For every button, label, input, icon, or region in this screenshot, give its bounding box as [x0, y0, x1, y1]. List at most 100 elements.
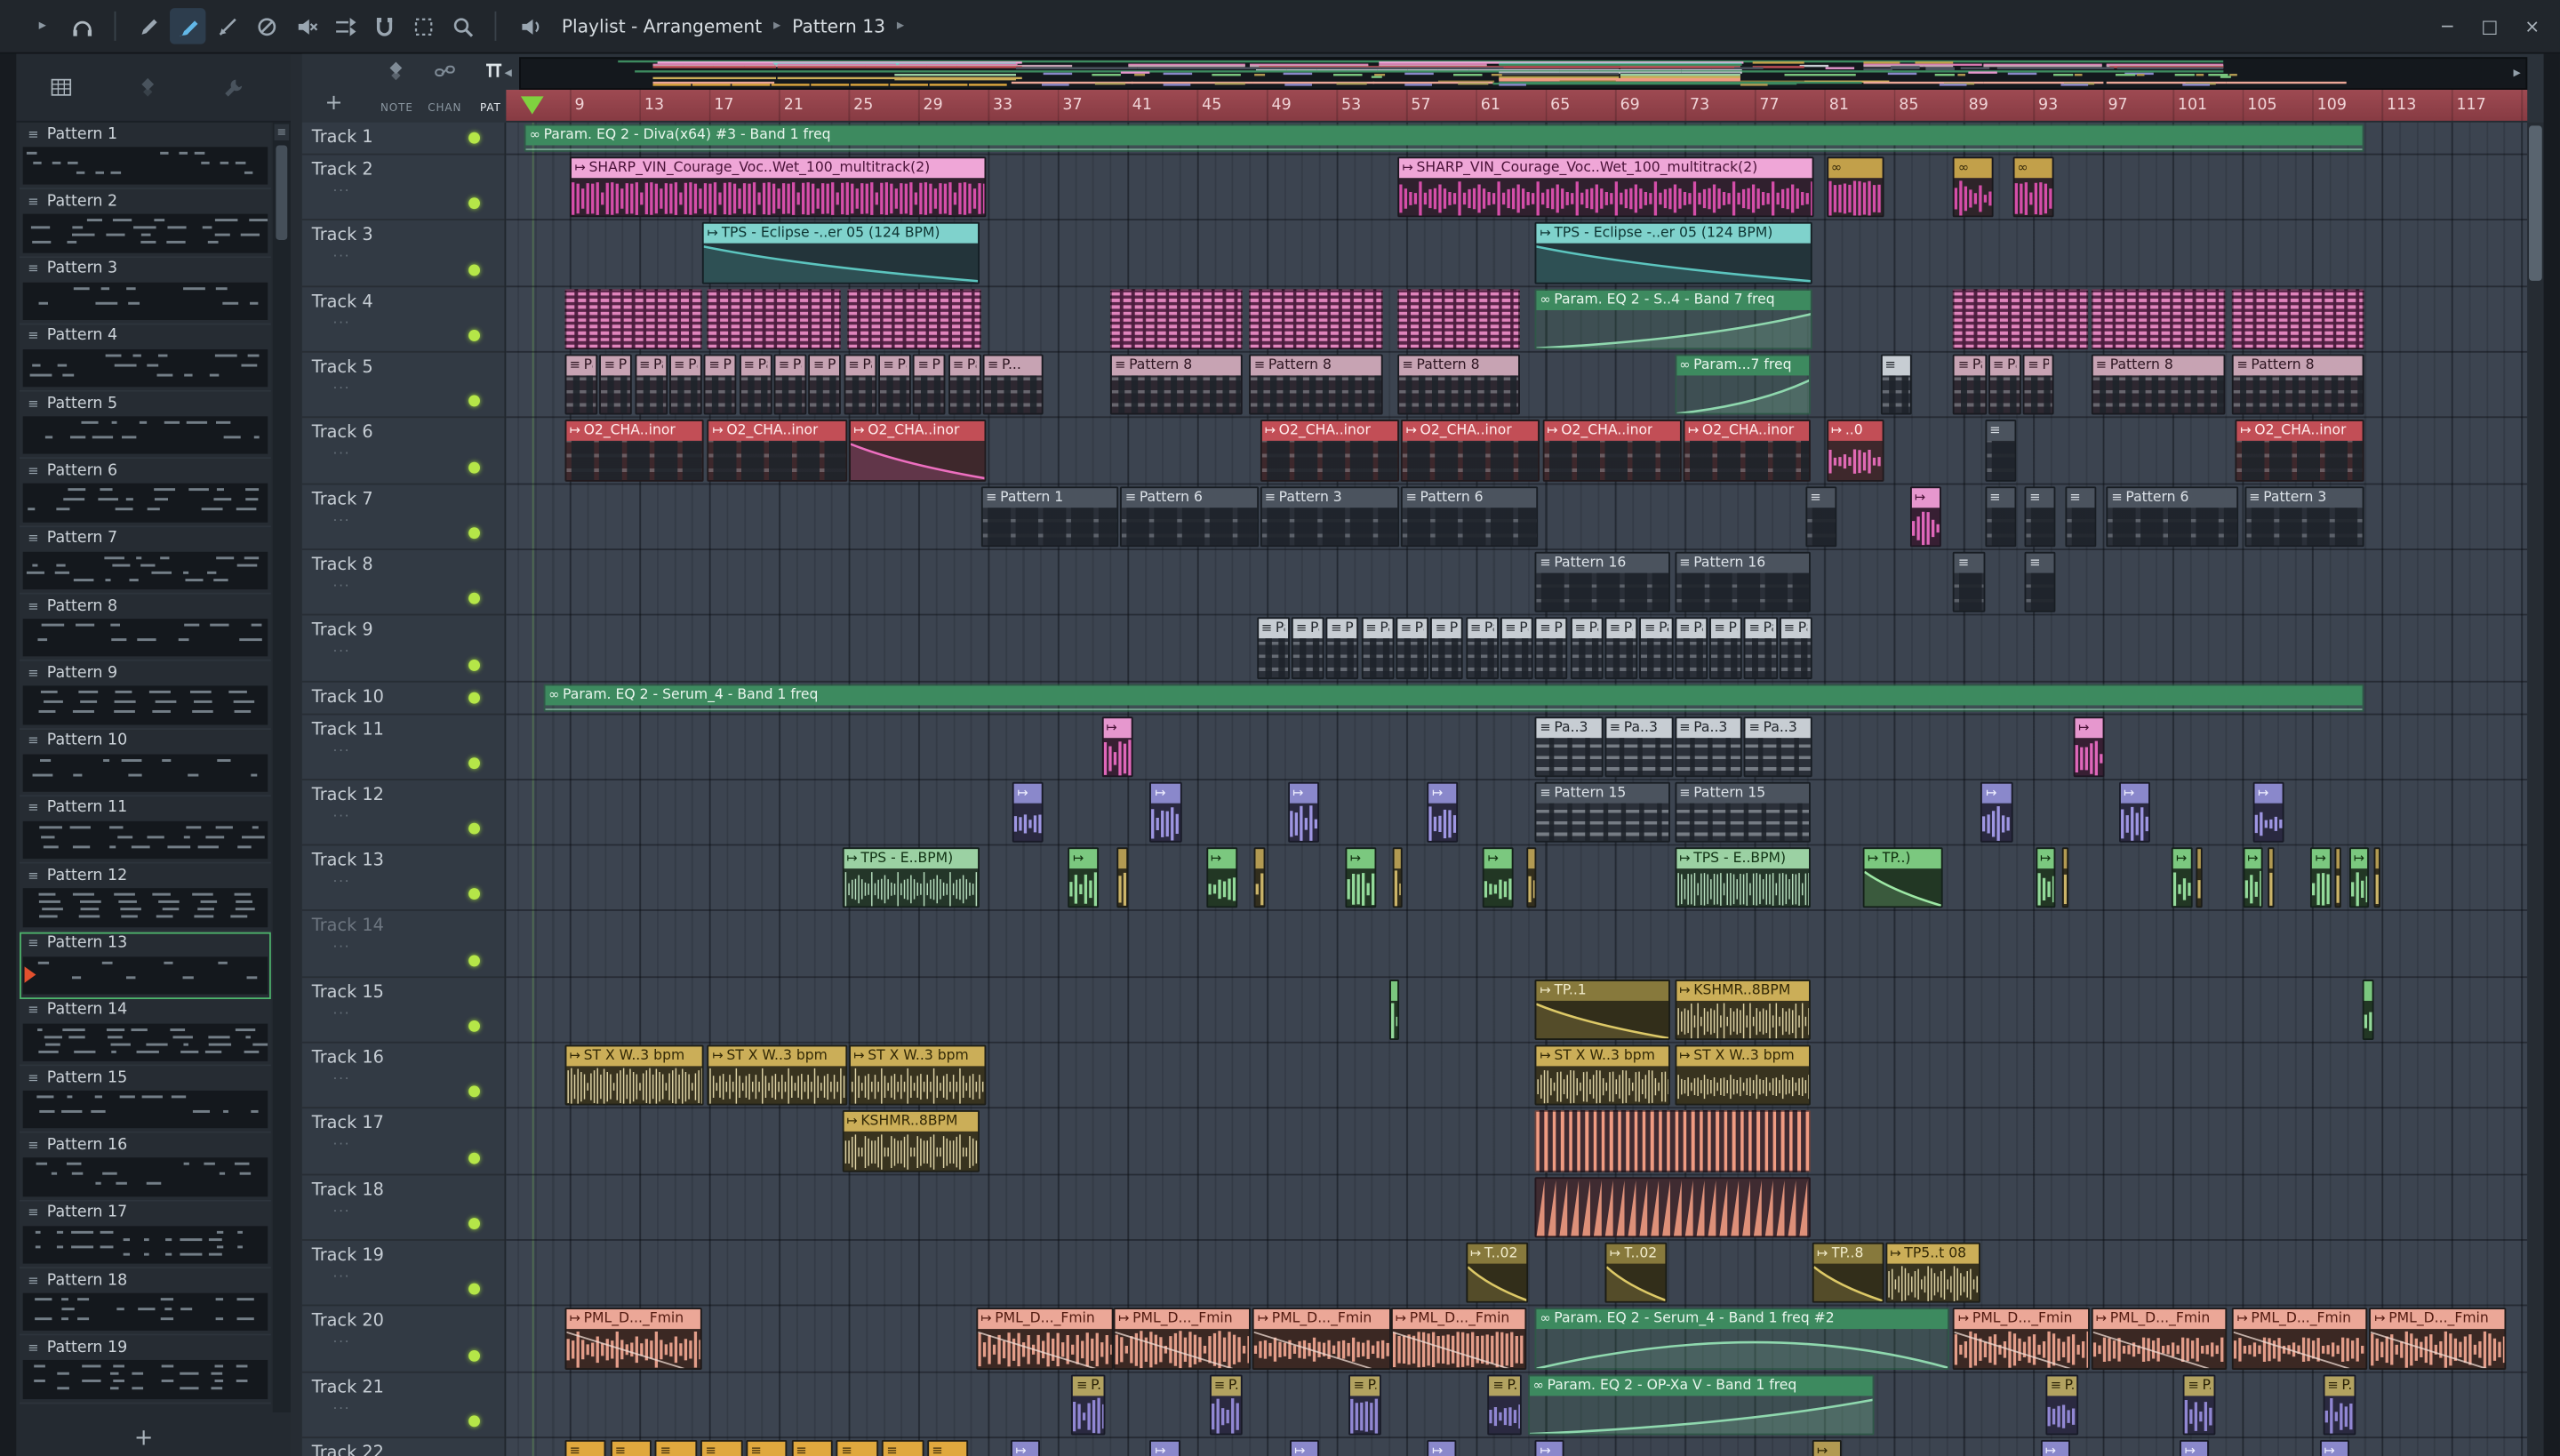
pattern-item[interactable]: ≡ Pattern 11 — [20, 796, 271, 865]
audio-clip[interactable] — [1254, 847, 1266, 909]
track-lane[interactable]: ↦ ≡ Pa..3 ≡ Pa..3 ≡ Pa..3 ≡ Pa..3 ↦ — [506, 715, 2528, 780]
timeline-ruler[interactable]: 9 13 17 21 25 29 33 37 41 45 49 53 57 61 65 69 73 77 81 85 8… — [506, 90, 2528, 123]
pattern-item[interactable]: ≡ Pattern 4 — [20, 324, 271, 393]
pattern-clip[interactable]: ≡Pa..9 — [1570, 617, 1604, 679]
playhead-marker[interactable] — [520, 96, 544, 115]
pattern-item[interactable]: ≡ Pattern 13 — [20, 931, 271, 999]
track-mute-led[interactable] — [468, 659, 480, 670]
track-mute-led[interactable] — [468, 263, 480, 276]
audio-clip[interactable]: ↦ — [2171, 847, 2193, 909]
track-mute-led[interactable] — [468, 1020, 480, 1032]
track-options-dots[interactable]: ... — [333, 1133, 351, 1148]
track-mute-led[interactable] — [468, 888, 480, 900]
audio-clip[interactable]: ↦ ST X W..3 bpm — [1534, 1044, 1671, 1107]
playlist-grid[interactable]: ∞ Param. EQ 2 - Diva(x64) #3 - Band 1 fre… — [506, 122, 2528, 1456]
track-lane[interactable]: ≡P..6≡P..6≡P..6≡P..6∞Param. EQ 2 - OP-Xa… — [506, 1372, 2528, 1439]
pattern-clip[interactable]: ≡Pa..9 — [1744, 617, 1778, 679]
pattern-clip[interactable]: ≡ Pa..3 — [1674, 716, 1743, 777]
pattern-clip[interactable]: ≡ — [1879, 354, 1912, 415]
track-header[interactable]: Track 17... — [301, 1109, 505, 1175]
track-lane[interactable]: ↦ O2_CHA..inor ↦ O2_CHA..inor ↦ O2_CHA..inor ↦… — [506, 419, 2528, 484]
track-header[interactable]: Track 10 — [301, 682, 505, 715]
pattern-clip[interactable]: ≡Pa..7 — [564, 354, 598, 415]
track-mute-led[interactable] — [468, 197, 480, 210]
audio-clip[interactable]: ↦ — [1287, 781, 1320, 843]
track-lane[interactable]: ≡ Pattern 1 ≡ Pattern 6 ≡ Pattern 3 ≡ Pattern 6… — [506, 484, 2528, 550]
audio-clip[interactable]: ↦ O2_CHA..inor — [1541, 420, 1682, 482]
track-options-dots[interactable]: ... — [333, 1199, 351, 1214]
scroll-right-icon[interactable]: ▸ — [2514, 65, 2521, 81]
track-header[interactable]: Track 1 — [301, 123, 505, 156]
pattern-clip[interactable]: ≡Pa..9 — [1291, 617, 1324, 679]
pattern-clip[interactable]: ≡Pa..7 — [703, 354, 738, 415]
track-options-dots[interactable]: ... — [333, 870, 351, 885]
track-options-dots[interactable]: ... — [333, 739, 351, 754]
audio-clip[interactable]: ↦ — [2242, 847, 2264, 909]
audio-clip[interactable]: ↦ — [2319, 1439, 2349, 1456]
pattern-clip[interactable]: ≡ — [1804, 485, 1837, 548]
pattern-clip[interactable] — [1534, 1176, 1811, 1238]
track-options-dots[interactable]: ... — [333, 1002, 351, 1017]
pattern-clip[interactable]: ≡ — [1984, 485, 2017, 548]
audio-clip[interactable]: ↦ ..0 — [1826, 420, 1884, 482]
audio-clip[interactable]: ↦ PML_D..._Fmin — [2091, 1308, 2228, 1370]
pattern-clip[interactable]: ≡ — [1984, 420, 2017, 482]
pattern-item[interactable]: ≡ Pattern 1 — [20, 122, 271, 190]
track-mute-led[interactable] — [468, 527, 480, 539]
audio-clip[interactable]: ↦ — [1100, 716, 1133, 777]
select-tool-icon[interactable] — [405, 8, 441, 44]
track-mute-led[interactable] — [468, 460, 480, 473]
pattern-clip[interactable]: ≡ — [836, 1439, 879, 1456]
pattern-clip[interactable]: ≡Pa..7 — [668, 354, 702, 415]
note-filter-label[interactable]: NOTE — [380, 101, 413, 115]
track-mute-led[interactable] — [468, 1152, 480, 1164]
scrollbar-thumb[interactable] — [276, 145, 288, 240]
track-lane[interactable]: ∞ Param. EQ 2 - S..4 - Band 7 freq — [506, 287, 2528, 353]
pattern-glue-icon[interactable] — [135, 75, 161, 100]
pattern-item[interactable]: ≡ Pattern 7 — [20, 526, 271, 595]
pattern-clip[interactable]: ≡Pa..9 — [1256, 617, 1290, 679]
slip-tool-icon[interactable] — [326, 8, 362, 44]
pattern-item[interactable]: ≡ Pattern 17 — [20, 1201, 271, 1269]
track-lane[interactable]: ↦ PML_D..._Fmin ↦ PML_D..._Fmin ↦ PML_D..._Fm… — [506, 1307, 2528, 1372]
track-header[interactable]: Track 8... — [301, 550, 505, 616]
track-lane[interactable]: ↦ ↦ ↦ ↦ ≡ Pattern 15 ≡ Pattern 15 ↦ ↦ ↦ — [506, 780, 2528, 846]
audio-clip[interactable]: ↦ — [2035, 847, 2057, 909]
audio-clip[interactable]: ∞ — [1953, 156, 1994, 218]
pattern-clip[interactable]: ≡ Pattern 3 — [2244, 485, 2365, 548]
track-options-dots[interactable]: ... — [333, 1397, 351, 1412]
track-options-dots[interactable]: ... — [333, 1331, 351, 1346]
audio-clip[interactable]: ↦ — [1534, 1439, 1565, 1456]
track-lane[interactable]: ↦ ST X W..3 bpm ↦ ST X W..3 bpm ↦ ST X W..3 b… — [506, 1044, 2528, 1109]
pattern-clip[interactable]: ≡ Pa..3 — [1534, 716, 1604, 777]
track-options-dots[interactable]: ... — [333, 1068, 351, 1083]
audio-clip[interactable]: ↦ — [1427, 1439, 1457, 1456]
track-options-dots[interactable]: ... — [333, 1265, 351, 1280]
pattern-item[interactable]: ≡ Pattern 18 — [20, 1268, 271, 1337]
maximize-button[interactable]: □ — [2468, 6, 2511, 45]
track-lane[interactable]: ∞ Param. EQ 2 - Diva(x64) #3 - Band 1 fre… — [506, 123, 2528, 156]
pattern-clip[interactable]: ≡ Pattern 15 — [1674, 781, 1811, 843]
pattern-clip[interactable] — [1109, 288, 1243, 349]
track-lane[interactable]: ≡ ≡ ≡ ≡ ≡ ≡ ≡ ≡ ≡ ↦ ↦ ↦ ↦ ↦ ↦ ↦ ↦ ↦ — [506, 1438, 2527, 1456]
audio-clip[interactable]: ↦ — [2180, 1439, 2210, 1456]
audio-clip[interactable]: ↦ — [1149, 1439, 1180, 1456]
audio-clip[interactable]: ↦ — [2040, 1439, 2070, 1456]
track-lane[interactable]: ↦ TPS - Eclipse -..er 05 (124 BPM) ↦ TPS - … — [506, 221, 2528, 287]
paint-tool-icon[interactable] — [170, 8, 206, 44]
breadcrumb-arrow-icon[interactable]: ▸ — [897, 18, 904, 34]
pattern-clip[interactable]: ≡Pa..7 — [599, 354, 633, 415]
pattern-clip[interactable]: ≡ Pa..3 — [1744, 716, 1812, 777]
audio-clip[interactable]: ↦ PML_D..._Fmin — [975, 1308, 1114, 1370]
audio-clip[interactable]: ↦ O2_CHA..inor — [1401, 420, 1540, 482]
pattern-clip[interactable]: ≡ — [700, 1439, 743, 1456]
track-mute-led[interactable] — [468, 756, 480, 769]
pattern-clip[interactable]: ≡Pa..7 — [1988, 354, 2021, 415]
automation-lane[interactable]: ∞ Param. EQ 2 - Serum_4 - Band 1 freq — [543, 683, 2365, 711]
audio-clip[interactable]: ↦ TPS - E..BPM) — [1674, 847, 1811, 909]
pattern-clip[interactable]: ≡Pa..9 — [1604, 617, 1638, 679]
pattern-clip[interactable]: ≡P..6 — [2045, 1373, 2079, 1436]
track-options-dots[interactable]: ... — [333, 311, 351, 326]
pattern-clip[interactable]: ≡ Pattern 6 — [2106, 485, 2240, 548]
pattern-clip[interactable]: ≡P... — [982, 354, 1044, 415]
